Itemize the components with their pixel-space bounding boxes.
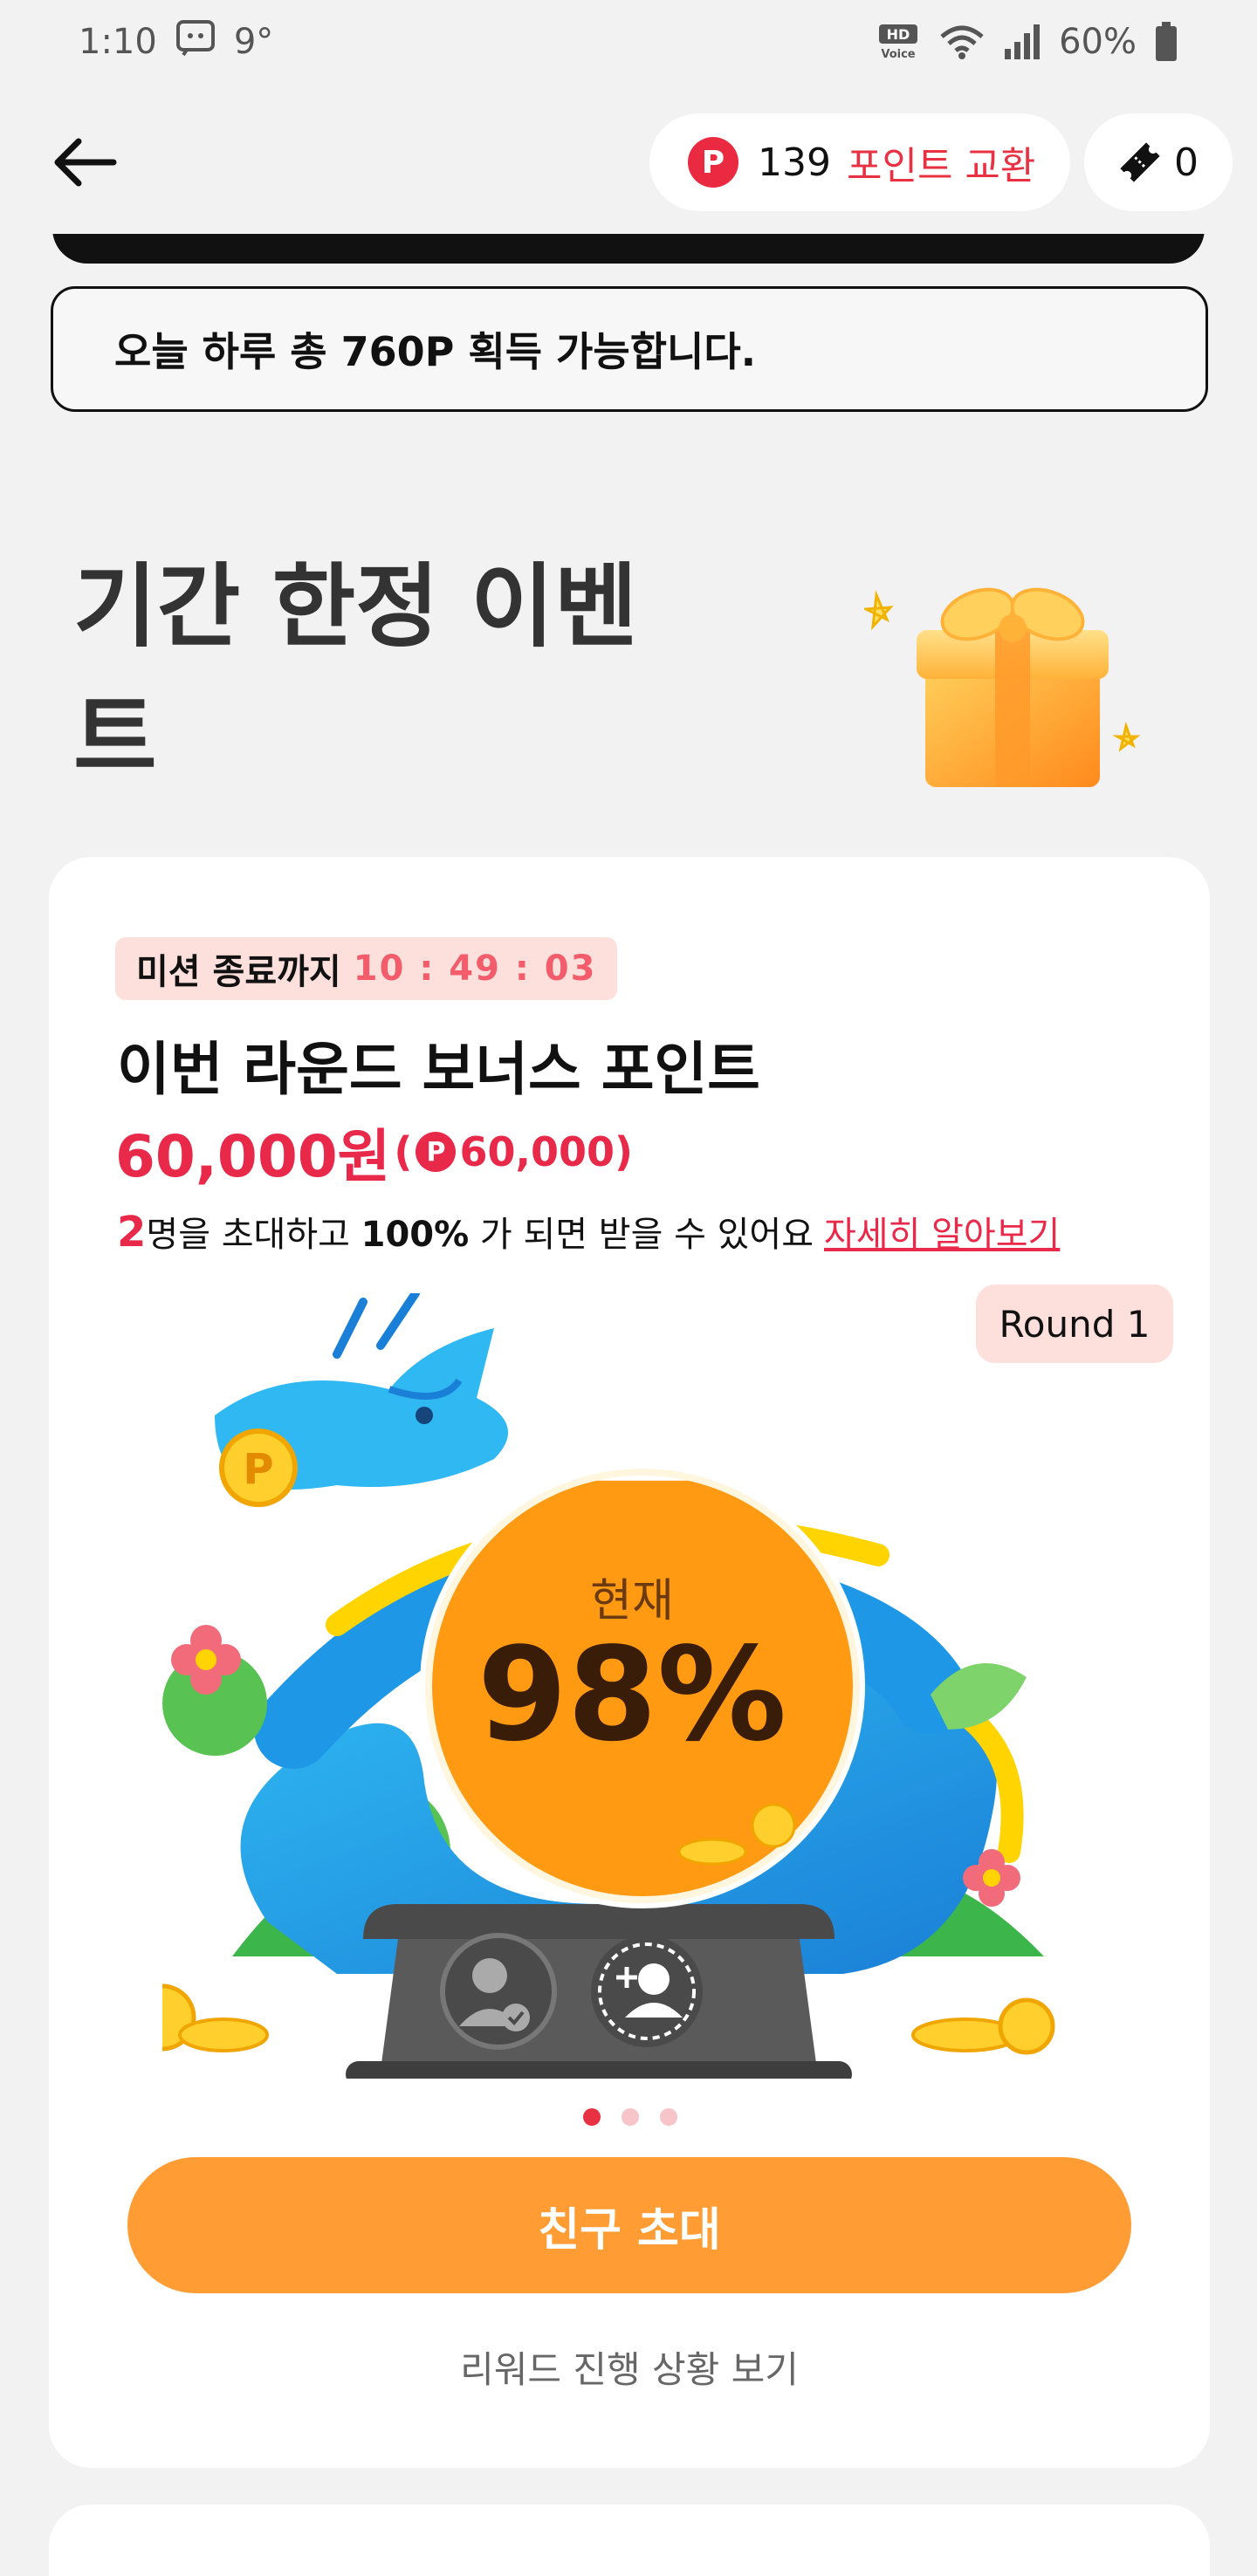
learn-more-link[interactable]: 자세히 알아보기 <box>824 1206 1060 1257</box>
invite-percent: 100% <box>361 1215 470 1255</box>
prize-line: 60,000원 ( P 60,000 ) <box>115 1110 633 1194</box>
points-balance: 139 <box>758 140 831 185</box>
status-right: HD Voice 60% <box>877 22 1178 62</box>
carousel-dot[interactable] <box>622 2108 639 2126</box>
invite-count: 2 <box>117 1208 147 1257</box>
carousel-dots[interactable] <box>583 2108 677 2126</box>
prize-close-paren: ) <box>614 1128 633 1175</box>
battery-percent: 60% <box>1059 22 1137 62</box>
invite-description: 2 명을 초대하고 100% 가 되면 받을 수 있어요 자세히 알아보기 <box>117 1206 1060 1257</box>
section-title: 기간 한정 이벤트 <box>73 553 638 791</box>
back-button[interactable] <box>49 127 119 197</box>
invite-text-1: 명을 초대하고 <box>146 1215 361 1255</box>
ticket-pill[interactable]: 0 <box>1084 113 1233 211</box>
points-exchange-pill[interactable]: P 139 포인트 교환 <box>649 113 1070 211</box>
point-coin-icon: P <box>416 1132 457 1172</box>
prize-open-paren: ( <box>394 1128 413 1175</box>
round-badge: Round 1 <box>976 1285 1173 1363</box>
gift-box-icon <box>864 587 1141 787</box>
carousel-dot[interactable] <box>660 2108 677 2126</box>
svg-text:HD: HD <box>887 26 910 43</box>
hd-voice-icon: HD Voice <box>877 23 921 61</box>
status-temperature: 9° <box>233 22 274 62</box>
svg-text:Voice: Voice <box>881 48 915 61</box>
battery-icon <box>1154 22 1178 62</box>
carousel-dot[interactable] <box>583 2108 601 2126</box>
daily-points-notice: 오늘 하루 총 760P 획득 가능합니다. <box>51 286 1208 412</box>
round-bonus-title: 이번 라운드 보너스 포인트 <box>117 1036 760 1103</box>
notice-text: 오늘 하루 총 760P 획득 가능합니다. <box>114 328 757 375</box>
prize-amount: 60,000원 <box>115 1123 391 1190</box>
arrow-left-icon <box>54 138 117 187</box>
points-exchange-link[interactable]: 포인트 교환 <box>847 134 1035 190</box>
app-notification-icon <box>175 18 216 65</box>
next-card <box>49 2504 1210 2576</box>
reward-progress-link[interactable]: 리워드 진행 상황 보기 <box>49 2340 1210 2394</box>
progress-value: 98% <box>477 1620 787 1770</box>
mission-timer-badge: 미션 종료까지 10 : 49 : 03 <box>115 937 618 1000</box>
prize-points-value: 60,000 <box>459 1128 615 1175</box>
signal-icon <box>1003 23 1041 61</box>
timer-value: 10 : 49 : 03 <box>353 949 597 989</box>
progress-indicator: 현재 98% <box>414 1459 850 1895</box>
timer-label: 미션 종료까지 <box>136 952 341 992</box>
invite-friend-button[interactable]: 친구 초대 <box>127 2157 1131 2293</box>
prize-points: ( P 60,000 ) <box>394 1128 633 1175</box>
point-coin-icon: P <box>688 137 738 188</box>
banner-edge[interactable] <box>52 234 1205 264</box>
status-time: 1:10 <box>79 22 157 62</box>
svg-text:P: P <box>243 1445 273 1494</box>
event-card: 미션 종료까지 10 : 49 : 03 이번 라운드 보너스 포인트 60,0… <box>49 857 1210 2468</box>
ticket-icon <box>1120 142 1160 182</box>
ticket-count: 0 <box>1174 140 1199 185</box>
top-bar: P 139 포인트 교환 0 <box>0 103 1257 216</box>
status-left: 1:10 9° <box>79 18 273 65</box>
invite-text-2: 가 되면 받을 수 있어요 <box>469 1215 814 1255</box>
wifi-icon <box>938 23 986 61</box>
status-bar: 1:10 9° HD Voice 60% <box>0 0 1257 84</box>
